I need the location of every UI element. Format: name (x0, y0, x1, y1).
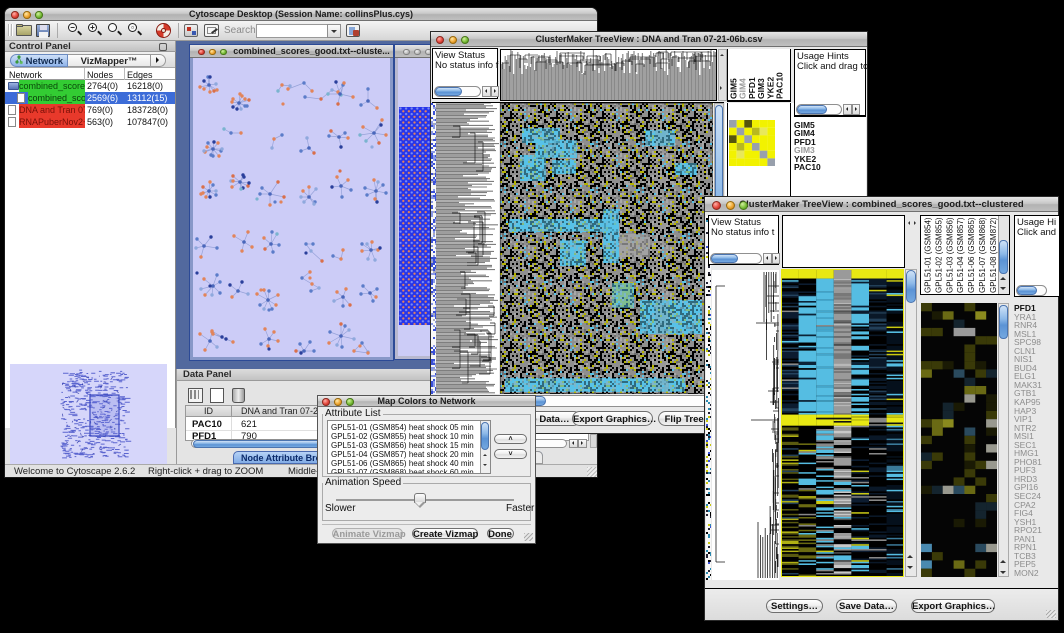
svg-text:GPL51-06 (GSM865): GPL51-06 (GSM865) (967, 217, 976, 293)
svg-text:GPL51-02 (GSM855): GPL51-02 (GSM855) (934, 217, 943, 293)
svg-text:GPL51-01 (GSM854): GPL51-01 (GSM854) (924, 217, 933, 293)
svg-text:GPL51-04 (GSM857): GPL51-04 (GSM857) (956, 217, 965, 293)
svg-text:GPL51-03 (GSM856): GPL51-03 (GSM856) (945, 217, 954, 293)
svg-text:PAC10: PAC10 (775, 72, 785, 99)
svg-text:GPL51-07 (GSM868): GPL51-07 (GSM868) (978, 217, 987, 293)
svg-text:GPL51-08 (GSM872): GPL51-08 (GSM872) (989, 217, 998, 293)
